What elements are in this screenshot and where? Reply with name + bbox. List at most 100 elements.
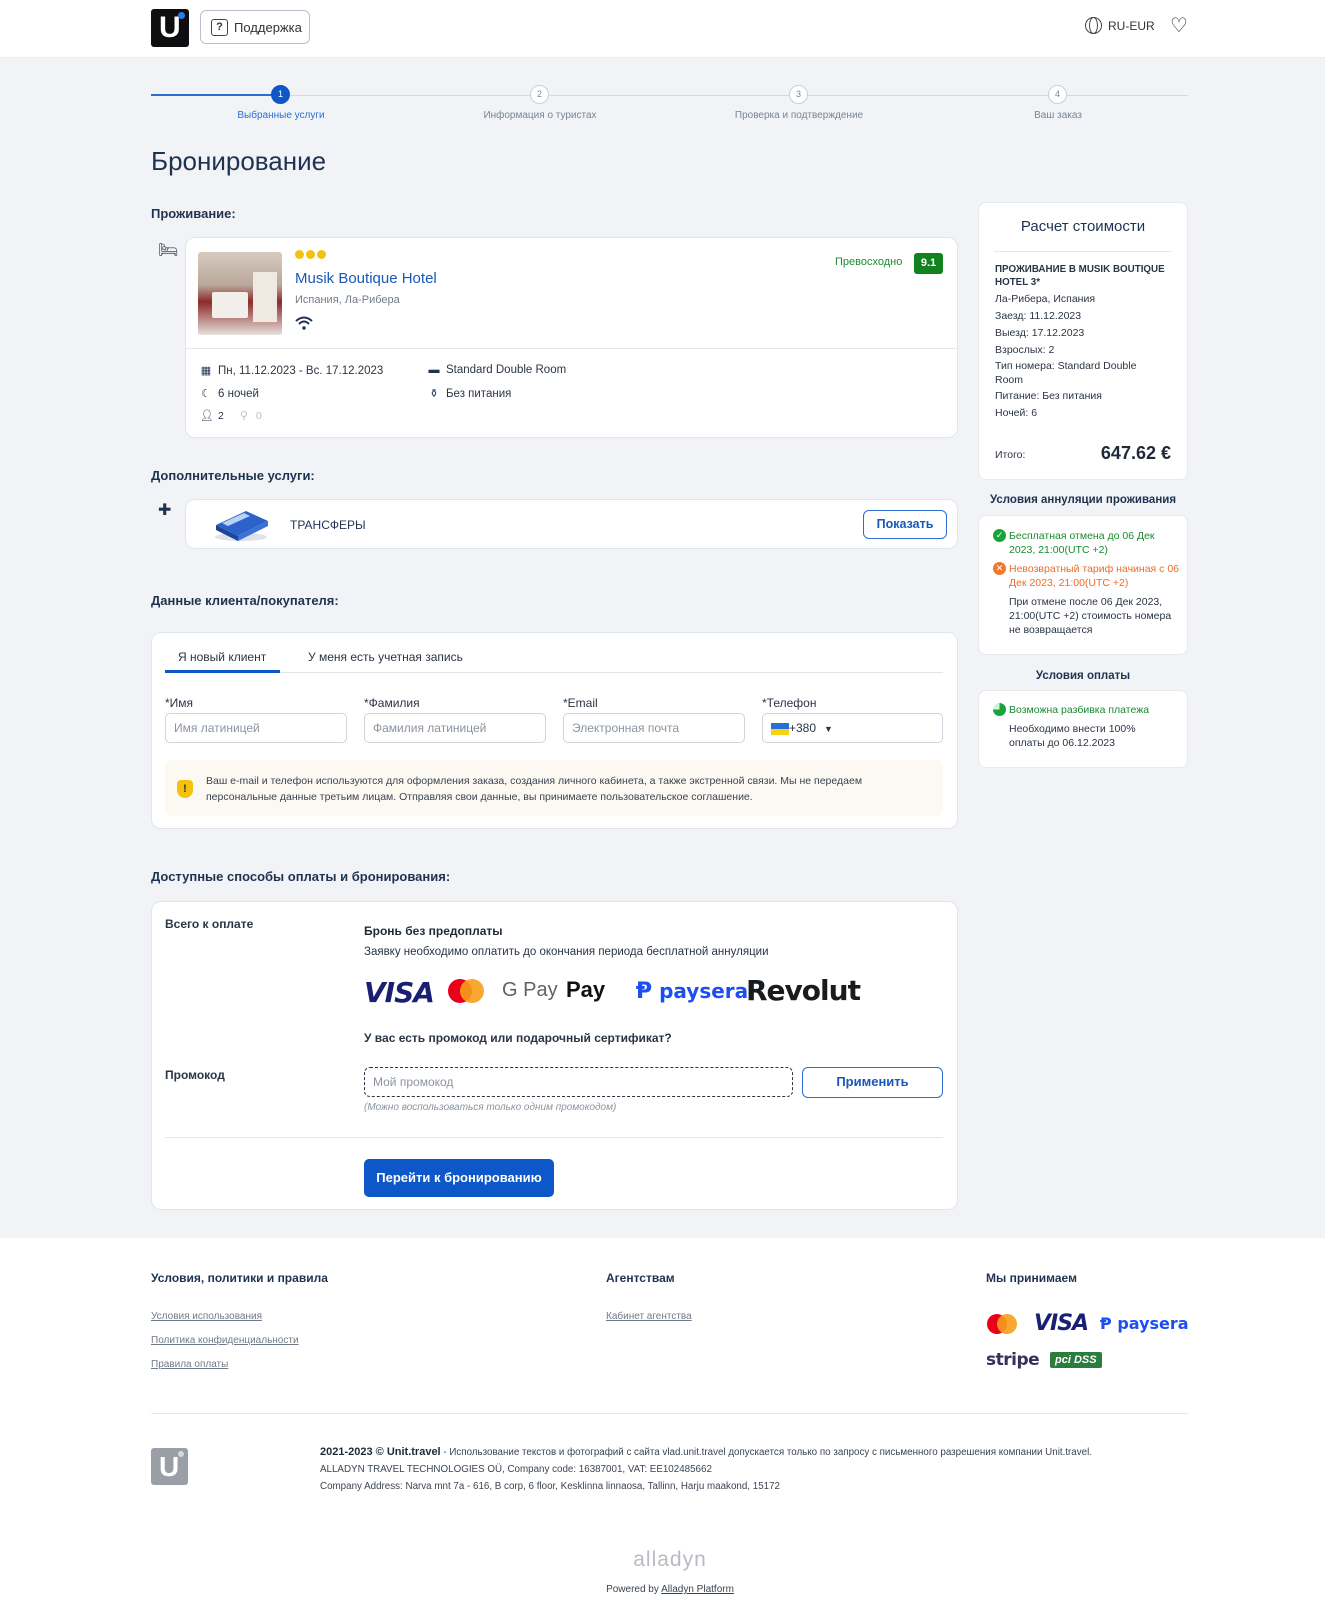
steps-track [151, 95, 1188, 96]
phone-code[interactable]: +380 [789, 721, 816, 735]
footer-link-agency-cabinet[interactable]: Кабинет агентства [606, 1311, 692, 1322]
step-1-label: Выбранные услуги [237, 110, 325, 121]
page-title: Бронирование [151, 146, 327, 176]
privacy-notice: ! Ваш e-mail и телефон используются для … [165, 760, 943, 816]
guests-info: 👤︎ 2 ⚲ 0 [200, 409, 262, 423]
puzzle-icon: ✚ [158, 502, 172, 519]
moon-icon: ☾ [201, 388, 211, 400]
hotel-card-divider [186, 348, 957, 349]
proceed-booking-button[interactable]: Перейти к бронированию [364, 1159, 554, 1197]
hotel-location: Испания, Ла-Рибера [295, 294, 400, 306]
summary-line-location: Ла-Рибера, Испания [995, 293, 1096, 305]
powered-by: Powered by Alladyn Platform [560, 1584, 780, 1595]
footer-agencies-title: Агентствам [606, 1271, 675, 1285]
footer-unit-logo: U [151, 1448, 188, 1485]
powered-by-prefix: Powered by [606, 1584, 662, 1595]
footer-link-privacy[interactable]: Политика конфиденциальности [151, 1335, 299, 1346]
show-transfers-button[interactable]: Показать [863, 510, 947, 539]
total-to-pay-label: Всего к оплате [165, 917, 254, 931]
footer-mastercard-logo [987, 1314, 1017, 1334]
room-bed-icon: ▬ [428, 364, 440, 376]
payment-option-title: Бронь без предоплаты [364, 924, 503, 938]
dates-text: Пн, 11.12.2023 - Вс. 17.12.2023 [218, 364, 384, 377]
payment-option-desc: Заявку необходимо оплатить до окончания … [364, 946, 769, 958]
steps-progress [151, 94, 280, 96]
phone-label: *Телефон [762, 696, 817, 710]
step-4-label: Ваш заказ [1034, 110, 1082, 121]
globe-icon [1085, 17, 1102, 34]
footer-logo-dot [178, 1451, 184, 1457]
summary-total-value: 647.62 € [1100, 443, 1171, 463]
apply-promo-button[interactable]: Применить [802, 1067, 943, 1098]
calendar-icon: ▦ [200, 365, 212, 377]
phone-input[interactable]: +380 ▼ [762, 713, 943, 743]
paysera-p-icon: Ᵽ [636, 979, 653, 1004]
step-1-dot: 1 [271, 85, 290, 104]
client-section-title: Данные клиента/покупателя: [151, 593, 339, 608]
language-currency-selector[interactable]: RU-EUR [1085, 17, 1155, 34]
x-shield-icon: ✕ [993, 562, 1006, 575]
top-header: U ? Поддержка RU-EUR ♡ [0, 0, 1325, 58]
favorites-heart-icon[interactable]: ♡ [1170, 16, 1188, 36]
apple-pay-text: Pay [566, 977, 606, 1002]
footer-visa-logo: VISA [1034, 1311, 1089, 1336]
summary-line-checkout: Выезд: 17.12.2023 [995, 327, 1085, 339]
step-3-dot: 3 [789, 85, 808, 104]
visa-logo: VISA [364, 976, 435, 1009]
step-2-dot: 2 [530, 85, 549, 104]
email-input[interactable]: Электронная почта [563, 713, 745, 743]
mastercard-logo [448, 979, 484, 1003]
footer-divider [151, 1413, 1188, 1414]
shield-warning-icon: ! [177, 780, 193, 798]
adult-icon: 👤︎ [200, 410, 214, 422]
payment-divider [165, 1137, 943, 1138]
hotel-photo[interactable] [198, 252, 282, 335]
promo-input[interactable]: Мой промокод [364, 1067, 793, 1097]
accommodation-section-title: Проживание: [151, 206, 236, 221]
meal-icon: ⚱ [429, 388, 439, 400]
summary-line-room: Тип номера: Standard Double Room [995, 360, 1137, 386]
privacy-notice-text: Ваш e-mail и телефон используются для оф… [206, 775, 863, 803]
apple-pay-logo: Pay [566, 977, 605, 1003]
email-label: *Email [563, 696, 598, 710]
chevron-down-icon[interactable]: ▼ [824, 724, 833, 734]
footer-accept-title: Мы принимаем [986, 1271, 1077, 1285]
step-4-dot: 4 [1048, 85, 1067, 104]
adults-count: 2 [218, 409, 224, 422]
copyright-rest: - Использование текстов и фотографий с с… [440, 1447, 1092, 1458]
help-chat-icon: ? [211, 18, 228, 36]
support-button[interactable]: ? Поддержка [200, 10, 310, 44]
footer-copyright: 2021-2023 © Unit.travel - Использование … [320, 1444, 1190, 1461]
unit-logo[interactable]: U [151, 9, 189, 47]
payment-section-title: Доступные способы оплаты и бронирования: [151, 869, 451, 884]
hotel-name-link[interactable]: Musik Boutique Hotel [295, 270, 437, 287]
last-name-input[interactable]: Фамилия латиницей [364, 713, 546, 743]
footer-paysera-p-icon: Ᵽ [1100, 1314, 1112, 1333]
support-label: Поддержка [234, 19, 302, 35]
summary-divider [994, 251, 1172, 252]
summary-total-label: Итого: [995, 449, 1026, 461]
footer-link-terms[interactable]: Условия использования [151, 1311, 262, 1322]
first-name-label: *Имя [165, 696, 194, 710]
paysera-text: paysera [659, 979, 749, 1003]
google-pay-logo: G Pay [502, 979, 558, 1001]
summary-line-meal: Питание: Без питания [995, 390, 1102, 402]
tab-new-client[interactable]: Я новый клиент [178, 650, 266, 664]
children-count: 0 [255, 409, 262, 422]
summary-line-checkin: Заезд: 11.12.2023 [995, 310, 1082, 322]
meal-info: ⚱ Без питания [428, 387, 511, 401]
promo-question: У вас есть промокод или подарочный серти… [364, 1031, 672, 1045]
bus-icon [215, 511, 268, 541]
rating-badge: 9.1 [914, 253, 943, 274]
copyright-bold: 2021-2023 © Unit.travel [320, 1446, 441, 1458]
step-2-label: Информация о туристах [483, 110, 597, 121]
alladyn-platform-link[interactable]: Alladyn Platform [661, 1584, 734, 1595]
promo-hint: (Можно воспользоваться только одним пром… [364, 1102, 617, 1113]
bed-icon: 🛏︎ [158, 242, 179, 259]
first-name-input[interactable]: Имя латиницей [165, 713, 347, 743]
footer-link-payment-rules[interactable]: Правила оплаты [151, 1359, 228, 1370]
tab-existing-account[interactable]: У меня есть учетная запись [308, 650, 463, 664]
paysera-logo: Ᵽ paysera [636, 979, 748, 1004]
active-tab-indicator [165, 670, 280, 673]
summary-line-nights: Ночей: 6 [995, 407, 1038, 419]
